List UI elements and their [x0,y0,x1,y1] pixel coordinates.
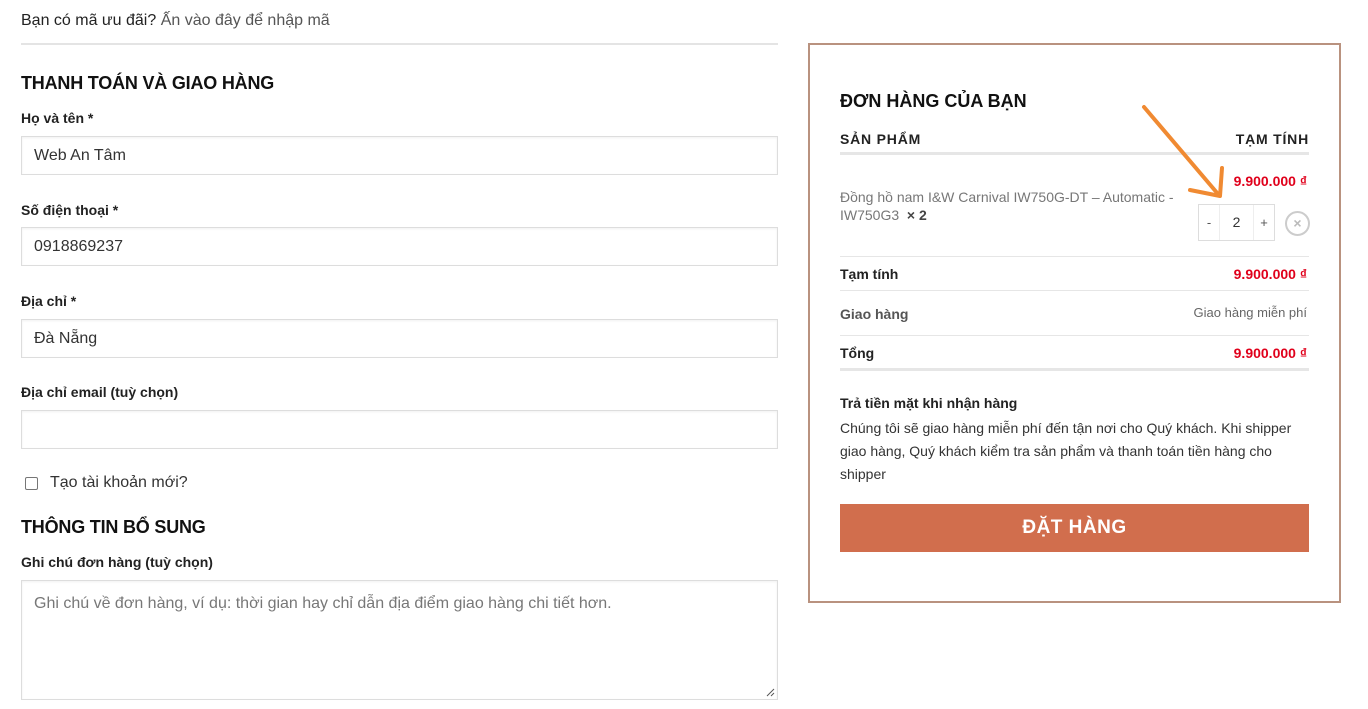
payment-method-title: Trả tiền mặt khi nhận hàng [840,395,1018,411]
coupon-prompt: Bạn có mã ưu đãi? [21,12,157,29]
order-table-header: SẢN PHẨM TẠM TÍNH [840,131,1309,147]
notes-textarea[interactable]: Ghi chú về đơn hàng, ví dụ: thời gian ha… [21,580,778,700]
quantity-stepper[interactable]: - 2 + [1198,204,1275,241]
remove-item-icon[interactable]: × [1285,211,1310,236]
col-subtotal: TẠM TÍNH [1235,131,1309,147]
shipping-value: Giao hàng miễn phí [1193,305,1307,320]
item-name-text[interactable]: Đồng hồ nam I&W Carnival IW750G-DT – Aut… [840,189,1174,223]
qty-minus-button[interactable]: - [1199,215,1219,230]
order-review: ĐƠN HÀNG CỦA BẠN SẢN PHẨM TẠM TÍNH 9.900… [808,43,1341,603]
name-label: Họ và tên * [21,110,94,126]
item-qty-label: × 2 [906,207,927,223]
additional-title: THÔNG TIN BỔ SUNG [21,517,206,537]
qty-input[interactable]: 2 [1219,205,1254,240]
phone-input[interactable]: 0918869237 [21,227,778,266]
notes-placeholder: Ghi chú về đơn hàng, ví dụ: thời gian ha… [34,595,612,612]
coupon-link[interactable]: Ấn vào đây để nhập mã [161,12,330,29]
divider [840,335,1309,336]
email-label: Địa chỉ email (tuỳ chọn) [21,384,179,400]
create-account-row[interactable]: Tạo tài khoản mới? [25,474,188,492]
divider [840,256,1309,257]
address-input[interactable]: Đà Nẵng [21,319,778,358]
email-input[interactable] [21,410,778,449]
order-title: ĐƠN HÀNG CỦA BẠN [840,91,1027,111]
create-account-label: Tạo tài khoản mới? [50,474,188,491]
divider [840,152,1309,155]
phone-label: Số điện thoại * [21,202,119,218]
notes-label: Ghi chú đơn hàng (tuỳ chọn) [21,554,213,570]
subtotal-label: Tạm tính [840,266,899,282]
total-value: 9.900.000 ₫ [1233,345,1307,361]
total-label: Tổng [840,345,875,361]
name-input[interactable]: Web An Tâm [21,136,778,175]
divider [840,290,1309,291]
col-product: SẢN PHẨM [840,131,922,147]
address-label: Địa chỉ * [21,293,77,309]
shipping-label: Giao hàng [840,306,909,322]
item-price: 9.900.000 ₫ [1233,173,1307,189]
billing-title: THANH TOÁN VÀ GIAO HÀNG [21,73,275,93]
subtotal-value: 9.900.000 ₫ [1233,266,1307,282]
divider [840,368,1309,371]
qty-plus-button[interactable]: + [1254,215,1274,230]
create-account-checkbox[interactable] [25,476,38,490]
place-order-button[interactable]: ĐẶT HÀNG [840,504,1309,552]
payment-method-description: Chúng tôi sẽ giao hàng miễn phí đến tận … [840,420,1292,482]
divider [21,43,778,45]
resize-grip-icon[interactable] [765,687,775,697]
item-name: Đồng hồ nam I&W Carnival IW750G-DT – Aut… [840,188,1185,224]
